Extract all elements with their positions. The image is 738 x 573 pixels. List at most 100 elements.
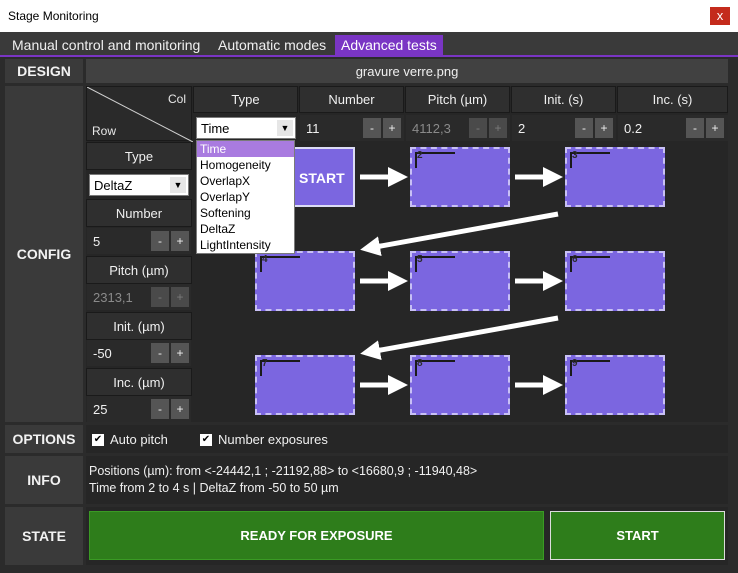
col-number-plus-button[interactable]: + bbox=[383, 118, 401, 138]
row-inc-plus-button[interactable]: + bbox=[171, 399, 189, 419]
config-label: CONFIG bbox=[5, 86, 83, 422]
status-badge: READY FOR EXPOSURE bbox=[89, 511, 544, 560]
exposure-block: 9 bbox=[565, 355, 665, 415]
dropdown-option-lightintensity[interactable]: LightIntensity bbox=[197, 237, 294, 253]
col-pitch-stepper: 4112,3 - + bbox=[406, 115, 510, 141]
col-pitch-value: 4112,3 bbox=[412, 121, 451, 136]
col-init-stepper[interactable]: 2 - + bbox=[512, 115, 616, 141]
type-dropdown-list: Time Homogeneity OverlapX OverlapY Softe… bbox=[196, 140, 295, 254]
dropdown-option-deltaz[interactable]: DeltaZ bbox=[197, 221, 294, 237]
row-pitch-minus-button: - bbox=[151, 287, 169, 307]
auto-pitch-label: Auto pitch bbox=[110, 432, 168, 447]
col-header-number: Number bbox=[299, 86, 404, 113]
row-type-select[interactable]: DeltaZ ▼ bbox=[89, 174, 189, 196]
col-number-stepper[interactable]: 11 - + bbox=[300, 115, 404, 141]
exposure-block: 2 bbox=[410, 147, 510, 207]
tab-bar: Manual control and monitoring Automatic … bbox=[0, 32, 738, 56]
col-inc-plus-button[interactable]: + bbox=[706, 118, 724, 138]
col-inc-minus-button[interactable]: - bbox=[686, 118, 704, 138]
state-label: STATE bbox=[5, 507, 83, 565]
design-filename: gravure verre.png bbox=[86, 59, 728, 83]
exposure-block: 3 bbox=[565, 147, 665, 207]
col-row-corner: Col Row bbox=[86, 86, 193, 142]
block-number: 4 bbox=[262, 254, 268, 265]
col-type-value: Time bbox=[201, 121, 230, 136]
title-bar: Stage Monitoring x bbox=[0, 0, 738, 32]
chevron-down-icon[interactable]: ▼ bbox=[277, 120, 293, 136]
window-title: Stage Monitoring bbox=[8, 9, 99, 23]
block-number: 8 bbox=[417, 358, 423, 369]
col-init-minus-button[interactable]: - bbox=[575, 118, 593, 138]
design-label: DESIGN bbox=[5, 59, 83, 83]
number-exposures-label: Number exposures bbox=[218, 432, 328, 447]
col-type-select[interactable]: Time ▼ bbox=[196, 117, 296, 139]
row-pitch-plus-button: + bbox=[171, 287, 189, 307]
exposure-block: 4 bbox=[255, 251, 355, 311]
tab-underline bbox=[0, 55, 738, 57]
col-header-type: Type bbox=[193, 86, 298, 113]
row-inc-value: 25 bbox=[93, 402, 108, 417]
start-block-label: START bbox=[299, 170, 345, 186]
dropdown-option-time[interactable]: Time bbox=[197, 141, 294, 157]
col-pitch-plus-button: + bbox=[489, 118, 507, 138]
info-label: INFO bbox=[5, 456, 83, 504]
col-init-plus-button[interactable]: + bbox=[595, 118, 613, 138]
row-init-minus-button[interactable]: - bbox=[151, 343, 169, 363]
row-inc-label: Inc. (µm) bbox=[86, 368, 192, 396]
row-number-stepper[interactable]: 5 - + bbox=[87, 228, 191, 254]
dropdown-option-softening[interactable]: Softening bbox=[197, 205, 294, 221]
row-pitch-label: Pitch (µm) bbox=[86, 256, 192, 284]
col-header-init: Init. (s) bbox=[511, 86, 616, 113]
exposure-block: 5 bbox=[410, 251, 510, 311]
tab-automatic-modes[interactable]: Automatic modes bbox=[212, 35, 332, 56]
exposure-block: 6 bbox=[565, 251, 665, 311]
row-number-plus-button[interactable]: + bbox=[171, 231, 189, 251]
row-inc-stepper[interactable]: 25 - + bbox=[87, 396, 191, 422]
row-type-label: Type bbox=[86, 142, 192, 170]
close-icon[interactable]: x bbox=[710, 7, 730, 25]
block-number: 3 bbox=[572, 150, 578, 161]
dropdown-option-overlapy[interactable]: OverlapY bbox=[197, 189, 294, 205]
start-button[interactable]: START bbox=[550, 511, 725, 560]
col-header-inc: Inc. (s) bbox=[617, 86, 728, 113]
dropdown-option-overlapx[interactable]: OverlapX bbox=[197, 173, 294, 189]
row-inc-minus-button[interactable]: - bbox=[151, 399, 169, 419]
exposure-block: 8 bbox=[410, 355, 510, 415]
col-inc-value: 0.2 bbox=[624, 121, 643, 136]
tab-advanced-tests[interactable]: Advanced tests bbox=[335, 35, 443, 56]
row-label: Row bbox=[92, 124, 117, 138]
row-init-stepper[interactable]: -50 - + bbox=[87, 340, 191, 366]
checkbox-check-icon[interactable]: ✔ bbox=[200, 433, 212, 446]
dropdown-option-homogeneity[interactable]: Homogeneity bbox=[197, 157, 294, 173]
info-positions: Positions (µm): from <-24442,1 ; -21192,… bbox=[89, 464, 478, 478]
col-label: Col bbox=[167, 92, 186, 106]
col-header-pitch: Pitch (µm) bbox=[405, 86, 510, 113]
row-type-value: DeltaZ bbox=[94, 178, 133, 193]
exposure-block: 7 bbox=[255, 355, 355, 415]
col-pitch-minus-button: - bbox=[469, 118, 487, 138]
chevron-down-icon[interactable]: ▼ bbox=[170, 177, 186, 193]
row-init-plus-button[interactable]: + bbox=[171, 343, 189, 363]
row-pitch-value: 2313,1 bbox=[93, 290, 133, 305]
row-init-label: Init. (µm) bbox=[86, 312, 192, 340]
col-number-minus-button[interactable]: - bbox=[363, 118, 381, 138]
info-ranges: Time from 2 to 4 s | DeltaZ from -50 to … bbox=[89, 481, 339, 495]
col-inc-stepper[interactable]: 0.2 - + bbox=[618, 115, 728, 141]
block-number: 5 bbox=[417, 254, 423, 265]
auto-pitch-checkbox[interactable]: ✔ Auto pitch bbox=[92, 432, 168, 447]
tab-manual-control[interactable]: Manual control and monitoring bbox=[6, 35, 206, 56]
block-number: 6 bbox=[572, 254, 578, 265]
number-exposures-checkbox[interactable]: ✔ Number exposures bbox=[200, 432, 328, 447]
block-number: 7 bbox=[262, 358, 268, 369]
row-number-label: Number bbox=[86, 199, 192, 227]
row-number-minus-button[interactable]: - bbox=[151, 231, 169, 251]
options-label: OPTIONS bbox=[5, 425, 83, 453]
col-number-value: 11 bbox=[306, 121, 320, 136]
row-pitch-stepper: 2313,1 - + bbox=[87, 284, 191, 310]
block-number: 2 bbox=[417, 150, 423, 161]
options-panel bbox=[86, 425, 728, 453]
row-init-value: -50 bbox=[93, 346, 112, 361]
checkbox-check-icon[interactable]: ✔ bbox=[92, 433, 104, 446]
block-number: 9 bbox=[572, 358, 578, 369]
col-init-value: 2 bbox=[518, 121, 526, 136]
